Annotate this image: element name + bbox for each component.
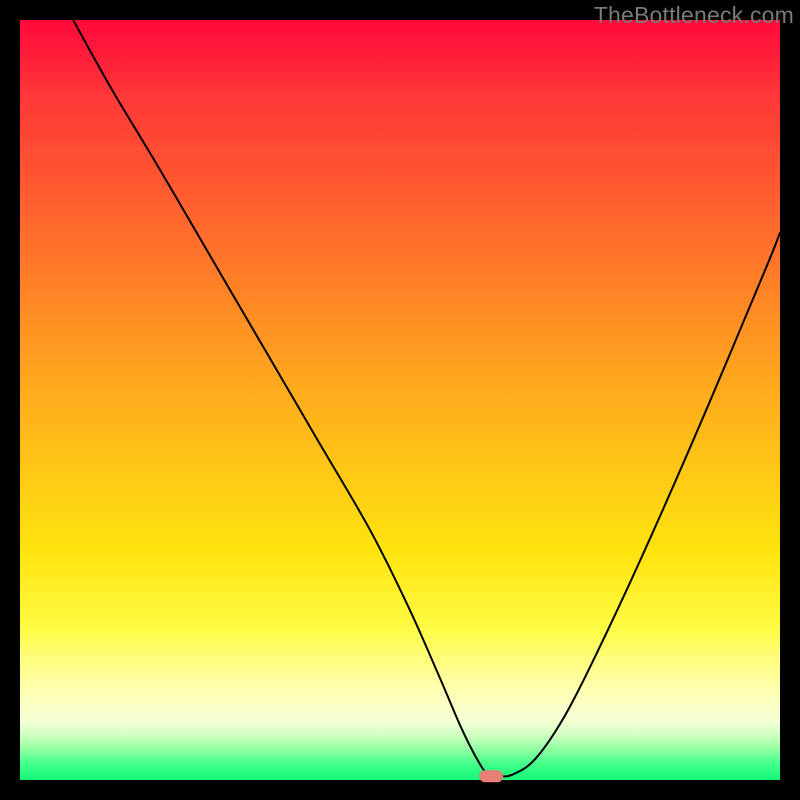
minimum-marker [479,770,503,782]
bottleneck-curve [73,20,780,776]
chart-container: TheBottleneck.com [0,0,800,800]
chart-overlay [20,20,780,780]
watermark-text: TheBottleneck.com [594,2,794,29]
